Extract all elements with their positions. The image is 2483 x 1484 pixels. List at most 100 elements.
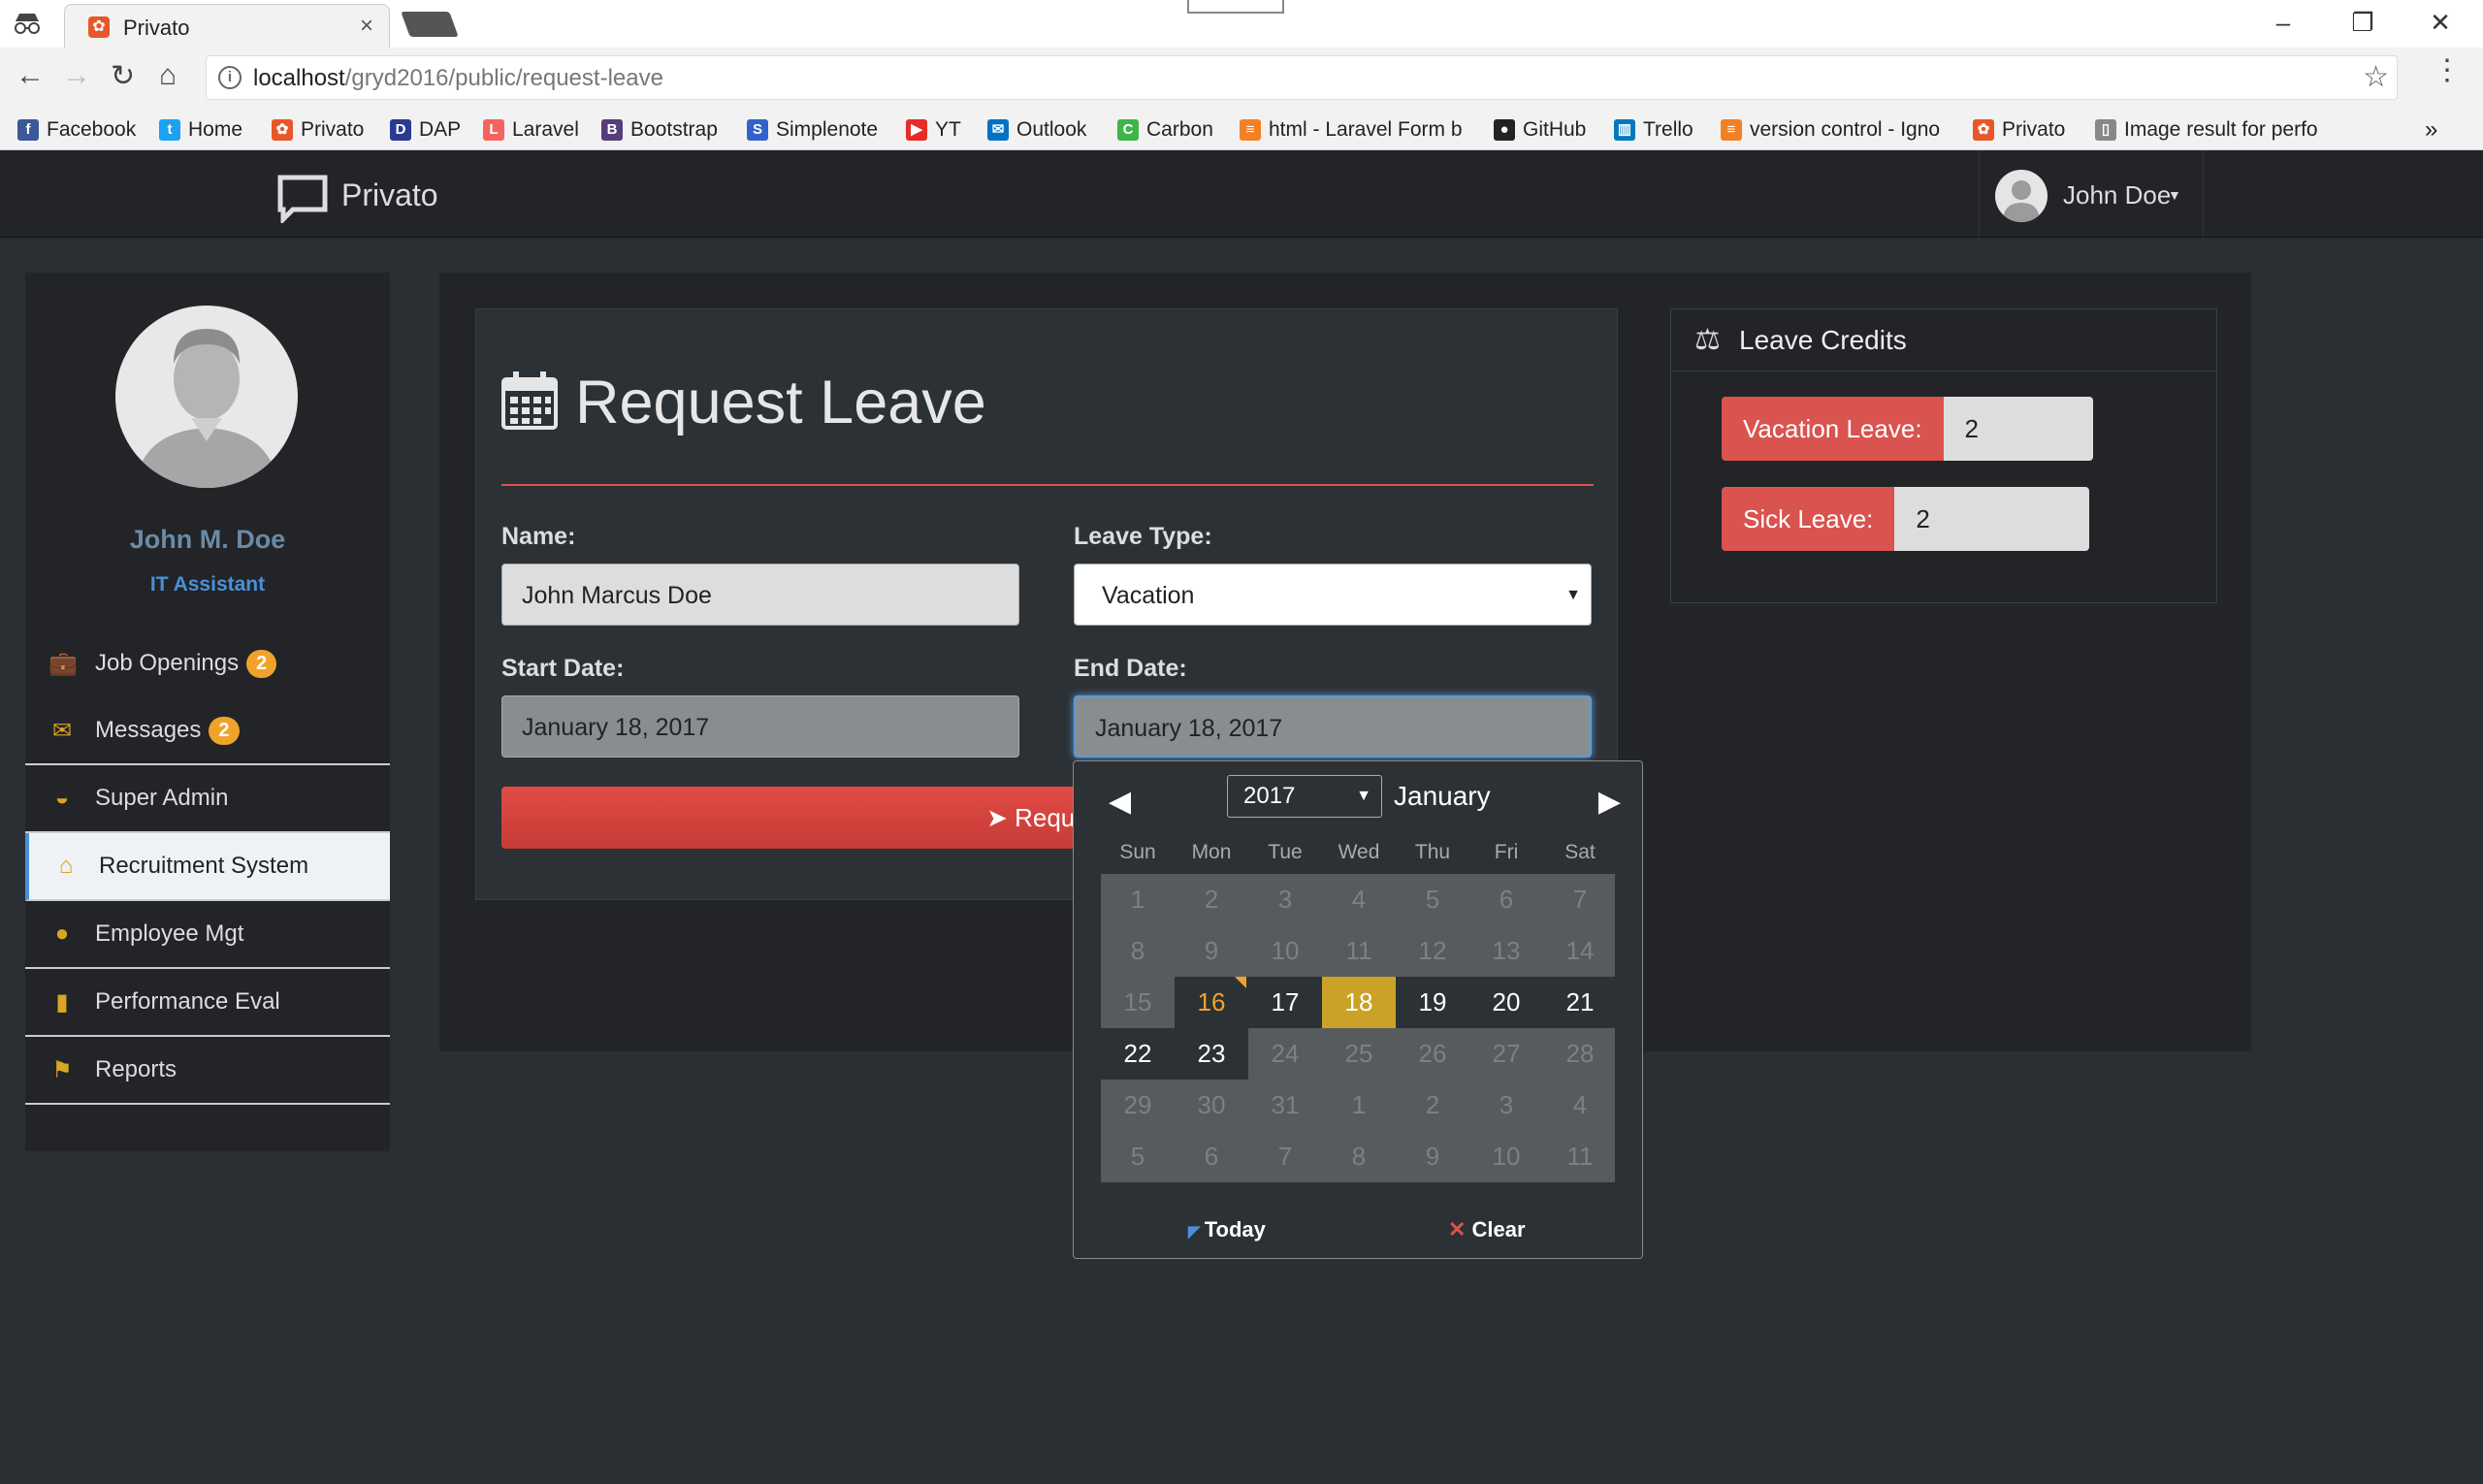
weekday-header: Sun bbox=[1119, 841, 1156, 863]
prev-month-icon[interactable]: ◀ bbox=[1109, 785, 1131, 819]
minimize-button[interactable]: – bbox=[2264, 8, 2303, 38]
calendar-day: 10 bbox=[1271, 936, 1300, 965]
bookmark-item[interactable]: f Facebook bbox=[17, 110, 136, 150]
vacation-leave-value[interactable]: 2 bbox=[1943, 397, 2093, 461]
browser-tab[interactable]: ✿ Privato × bbox=[64, 4, 390, 48]
end-date-label: End Date: bbox=[1074, 655, 1187, 682]
bookmark-favicon-icon: t bbox=[159, 119, 180, 141]
bookmark-star-icon[interactable]: ☆ bbox=[2363, 60, 2389, 94]
calendar-day: 10 bbox=[1492, 1142, 1521, 1171]
url-input[interactable]: i localhost/gryd2016/public/request-leav… bbox=[206, 55, 2398, 100]
bookmark-item[interactable]: ≡ html - Laravel Form b bbox=[1240, 110, 1463, 150]
reload-icon[interactable]: ↻ bbox=[111, 59, 135, 93]
today-button[interactable]: ◤ Today bbox=[1188, 1217, 1266, 1242]
start-date-field[interactable]: January 18, 2017 bbox=[501, 695, 1019, 758]
sidebar-item-recruitment-system[interactable]: ⌂ Recruitment System bbox=[25, 833, 390, 901]
browser-menu-icon[interactable]: ⋮ bbox=[2433, 53, 2462, 87]
sidebar-item-performance-eval[interactable]: ▮ Performance Eval bbox=[25, 969, 390, 1037]
today-label: Today bbox=[1204, 1217, 1266, 1242]
paper-plane-icon: ➤ bbox=[986, 803, 1016, 832]
bookmark-favicon-icon: ▥ bbox=[1614, 119, 1635, 141]
calendar-day: 7 bbox=[1572, 885, 1588, 914]
bookmark-item[interactable]: D DAP bbox=[390, 110, 461, 150]
calendar-day: 30 bbox=[1197, 1090, 1226, 1119]
sidebar-item-job-openings[interactable]: 💼 Job Openings 2 bbox=[25, 629, 390, 697]
sidebar-item-label: Employee Mgt bbox=[95, 920, 244, 947]
bookmark-label: version control - Igno bbox=[1750, 118, 1941, 141]
caret-down-icon: ▼ bbox=[2168, 187, 2181, 203]
bookmark-item[interactable]: S Simplenote bbox=[747, 110, 878, 150]
bookmark-item[interactable]: L Laravel bbox=[483, 110, 579, 150]
new-tab-button[interactable] bbox=[401, 12, 459, 37]
bookmark-label: Carbon bbox=[1146, 118, 1213, 141]
calendar-day: 28 bbox=[1565, 1039, 1595, 1068]
calendar-day: 15 bbox=[1123, 987, 1152, 1016]
calendar-day: 8 bbox=[1351, 1142, 1367, 1171]
bookmark-item[interactable]: B Bootstrap bbox=[601, 110, 718, 150]
calendar-day[interactable]: 23 bbox=[1175, 1028, 1248, 1080]
sidebar-item-super-admin[interactable]: ◒ Super Admin bbox=[25, 765, 390, 833]
vacation-credit-row: Vacation Leave: 2 bbox=[1722, 397, 2093, 461]
bookmark-item[interactable]: ● GitHub bbox=[1494, 110, 1586, 150]
bookmark-item[interactable]: ▶ YT bbox=[906, 110, 961, 150]
leave-type-value: Vacation bbox=[1102, 582, 1195, 609]
bookmarks-more-button[interactable]: » bbox=[2425, 110, 2437, 150]
privato-logo-icon[interactable] bbox=[277, 175, 328, 223]
incognito-icon bbox=[15, 14, 40, 34]
calendar-day[interactable]: 20 bbox=[1469, 977, 1543, 1028]
year-caret-icon: ▼ bbox=[1356, 788, 1371, 804]
brand-name[interactable]: Privato bbox=[341, 177, 438, 213]
calendar-day[interactable]: 18 bbox=[1322, 977, 1396, 1028]
back-icon[interactable]: ← bbox=[16, 59, 45, 92]
bookmark-item[interactable]: ≡ version control - Igno bbox=[1721, 110, 1940, 150]
sidebar-item-employee-mgt[interactable]: ● Employee Mgt bbox=[25, 901, 390, 969]
year-select[interactable]: 2017 ▼ bbox=[1227, 775, 1382, 818]
calendar-day[interactable]: 17 bbox=[1248, 977, 1322, 1028]
calendar-day[interactable]: 22 bbox=[1101, 1028, 1175, 1080]
sidebar-item-messages[interactable]: ✉ Messages 2 bbox=[25, 697, 390, 765]
bookmark-item[interactable]: t Home bbox=[159, 110, 242, 150]
user-dropdown[interactable]: John Doe ▼ bbox=[1979, 150, 2204, 238]
user-icon: ● bbox=[54, 920, 70, 947]
sidebar-item-label: Super Admin bbox=[95, 785, 229, 811]
bookmark-label: Home bbox=[188, 118, 243, 141]
calendar-day[interactable]: 21 bbox=[1543, 977, 1617, 1028]
restore-button[interactable]: ❐ bbox=[2343, 8, 2382, 38]
window-drag-handle[interactable] bbox=[1187, 0, 1284, 14]
calendar-day: 2 bbox=[1425, 1090, 1440, 1119]
user-name: John Doe bbox=[2063, 180, 2172, 210]
calendar-day[interactable]: 19 bbox=[1396, 977, 1469, 1028]
next-month-icon[interactable]: ▶ bbox=[1598, 785, 1621, 819]
info-icon[interactable]: i bbox=[218, 66, 242, 89]
bookmark-item[interactable]: ▯ Image result for perfo bbox=[2095, 110, 2318, 150]
sidebar-item-label: Performance Eval bbox=[95, 988, 280, 1015]
bookmark-item[interactable]: ✉ Outlook bbox=[987, 110, 1086, 150]
calendar-day: 4 bbox=[1351, 885, 1367, 914]
sidebar-item-reports[interactable]: ⚑ Reports bbox=[25, 1037, 390, 1105]
name-field[interactable]: John Marcus Doe bbox=[501, 564, 1019, 626]
url-host: localhost bbox=[253, 65, 345, 91]
weekday-header: Thu bbox=[1414, 841, 1451, 863]
sidebar: John M. Doe IT Assistant 💼 Job Openings 2 ✉… bbox=[25, 273, 390, 1151]
sick-credit-row: Sick Leave: 2 bbox=[1722, 487, 2090, 551]
calendar-day: 1 bbox=[1130, 885, 1145, 914]
select-caret-icon: ▼ bbox=[1565, 587, 1581, 603]
year-value: 2017 bbox=[1243, 783, 1296, 809]
tab-close-icon[interactable]: × bbox=[360, 13, 373, 40]
bookmark-item[interactable]: ✿ Privato bbox=[272, 110, 364, 150]
clear-button[interactable]: ✕ Clear bbox=[1448, 1217, 1526, 1242]
forward-icon[interactable]: → bbox=[62, 59, 91, 92]
calendar-day: 13 bbox=[1492, 936, 1521, 965]
bookmark-item[interactable]: ▥ Trello bbox=[1614, 110, 1693, 150]
leave-type-select[interactable]: Vacation ▼ bbox=[1074, 564, 1592, 626]
calendar-icon bbox=[501, 371, 558, 430]
bookmark-item[interactable]: ✿ Privato bbox=[1973, 110, 2065, 150]
profile-role[interactable]: IT Assistant bbox=[25, 573, 390, 597]
weekday-header: Tue bbox=[1268, 841, 1303, 863]
end-date-field[interactable]: January 18, 2017 bbox=[1074, 695, 1592, 758]
start-date-label: Start Date: bbox=[501, 655, 625, 682]
home-icon[interactable]: ⌂ bbox=[159, 59, 177, 92]
bookmark-item[interactable]: C Carbon bbox=[1117, 110, 1213, 150]
sick-leave-value[interactable]: 2 bbox=[1894, 487, 2090, 551]
close-window-button[interactable]: ✕ bbox=[2421, 8, 2460, 38]
